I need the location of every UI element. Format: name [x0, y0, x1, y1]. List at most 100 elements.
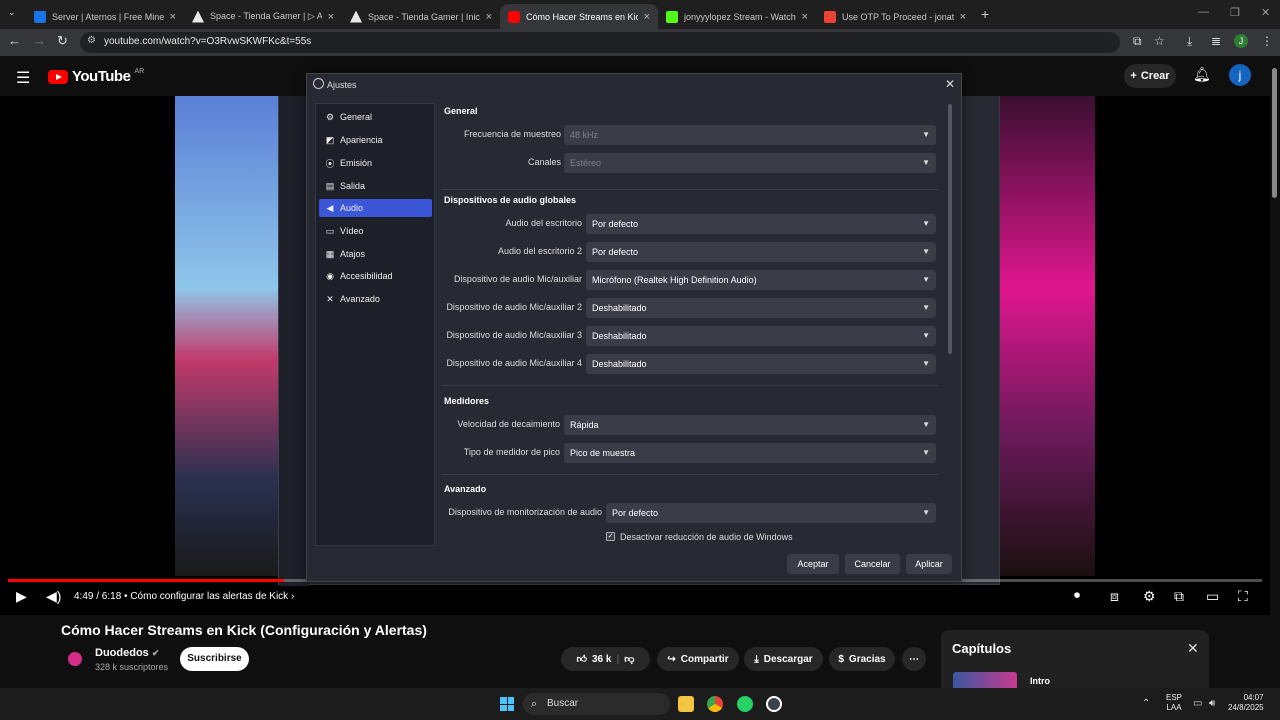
notifications-bell-icon[interactable]: 🔔︎ — [1193, 66, 1211, 83]
mic-aux-2-select[interactable]: Deshabilitado ▼ — [586, 298, 936, 318]
downloads-icon[interactable]: ⤓ — [1187, 34, 1192, 49]
more-actions-button[interactable]: ⋯ — [902, 647, 926, 671]
clock[interactable]: 04:07 24/8/2025 — [1228, 693, 1264, 713]
channels-select[interactable]: Estéreo ▼ — [564, 153, 936, 173]
volume-tray-icon[interactable]: 🔊︎ — [1209, 698, 1215, 709]
cast-icon[interactable]: ⧉ — [1133, 34, 1142, 49]
theater-mode-icon[interactable]: ▭ — [1206, 588, 1219, 605]
sidebar-item-advanced[interactable]: ✕ Avanzado — [319, 290, 432, 308]
sidebar-item-audio[interactable]: ◀ Audio — [319, 199, 432, 217]
minimize-icon[interactable]: — — [1198, 6, 1209, 18]
channel-name-row[interactable]: Duodedos ✔ — [95, 647, 159, 659]
close-tab-icon[interactable]: × — [960, 11, 966, 23]
file-explorer-icon[interactable] — [678, 696, 694, 712]
profile-avatar[interactable]: J — [1234, 34, 1248, 48]
thumbs-down-icon[interactable]: 👎︎ — [624, 653, 634, 665]
palette-icon: ◩ — [325, 134, 335, 145]
settings-scrollbar[interactable] — [947, 104, 953, 544]
chrome-icon[interactable] — [707, 696, 723, 712]
tray-chevron-up-icon[interactable]: ⌃ — [1142, 698, 1150, 709]
monitoring-device-select[interactable]: Por defecto ▼ — [606, 503, 936, 523]
forward-icon[interactable]: → — [33, 33, 46, 48]
browser-tab[interactable]: jonyyylopez Stream - Watch Li × — [658, 4, 816, 29]
close-tab-icon[interactable]: × — [486, 11, 492, 23]
sidebar-item-general[interactable]: ⚙ General — [319, 108, 432, 126]
mic-aux-select[interactable]: Micrófono (Realtek High Definition Audio… — [586, 270, 936, 290]
decay-rate-select[interactable]: Rápida ▼ — [564, 415, 936, 435]
input-language[interactable]: ESP LAA — [1166, 693, 1182, 713]
thumbs-up-icon[interactable]: 👍︎ — [577, 653, 587, 665]
sample-rate-select[interactable]: 48 kHz ▼ — [564, 125, 936, 145]
ducking-checkbox[interactable]: ✓ — [606, 532, 615, 541]
cancel-button[interactable]: Cancelar — [845, 554, 900, 574]
channel-avatar[interactable] — [68, 652, 82, 666]
taskbar-search[interactable]: ⌕ Buscar — [523, 693, 670, 715]
menu-kebab-icon[interactable]: ⋮ — [1261, 34, 1273, 48]
close-tab-icon[interactable]: × — [170, 11, 176, 23]
bookmark-star-icon[interactable]: ☆ — [1154, 34, 1165, 48]
mic-aux-3-select[interactable]: Deshabilitado ▼ — [586, 326, 936, 346]
accept-button[interactable]: Aceptar — [787, 554, 839, 574]
sidebar-item-hotkeys[interactable]: ▦ Atajos — [319, 245, 432, 263]
chapter-chevron-icon[interactable]: › — [291, 591, 294, 602]
desktop-audio-select[interactable]: Por defecto ▼ — [586, 214, 936, 234]
new-tab-icon[interactable]: + — [981, 6, 989, 22]
channel-name[interactable]: Duodedos — [95, 647, 149, 659]
download-button[interactable]: ⤓ Descargar — [744, 647, 823, 671]
tab-search-icon[interactable]: ⌄ — [8, 7, 16, 18]
site-info-icon[interactable]: ⚙ — [87, 35, 96, 46]
whatsapp-icon[interactable] — [737, 696, 753, 712]
browser-tab-active[interactable]: Cómo Hacer Streams en Kick (C × — [500, 4, 658, 29]
close-tab-icon[interactable]: × — [328, 11, 334, 23]
desktop-audio-2-select[interactable]: Por defecto ▼ — [586, 242, 936, 262]
youtube-logo[interactable]: YouTube AR — [48, 68, 144, 85]
settings-gear-icon[interactable]: ⚙ — [1143, 588, 1156, 605]
miniplayer-icon[interactable]: ⧉ — [1174, 588, 1184, 605]
subscribe-button[interactable]: Suscribirse — [180, 647, 249, 671]
sidebar-item-accessibility[interactable]: ◉ Accesibilidad — [319, 267, 432, 285]
apply-button[interactable]: Aplicar — [906, 554, 952, 574]
reading-list-icon[interactable]: ≣ — [1211, 34, 1221, 48]
share-button[interactable]: ↪ Compartir — [657, 647, 739, 671]
autoplay-toggle-icon[interactable]: ⏺ — [1074, 588, 1080, 603]
hamburger-menu-icon[interactable]: ☰ — [16, 68, 30, 88]
volume-icon[interactable]: ◀) — [46, 588, 61, 605]
ducking-label[interactable]: Desactivar reducción de audio de Windows — [620, 532, 793, 542]
network-icon[interactable]: ▭ — [1193, 698, 1202, 709]
address-bar[interactable]: ⚙ youtube.com/watch?v=O3RvwSKWFKc&t=55s — [80, 32, 1120, 53]
user-avatar[interactable]: j — [1229, 64, 1251, 86]
close-window-icon[interactable]: ✕ — [1261, 6, 1270, 19]
page-scrollbar-thumb[interactable] — [1272, 68, 1277, 198]
create-button[interactable]: + Crear — [1124, 64, 1176, 88]
browser-tab[interactable]: Space - Tienda Gamer | Inicio × — [342, 4, 500, 29]
chapter-item-title[interactable]: Intro — [1030, 676, 1050, 686]
play-icon[interactable]: ▶ — [16, 588, 27, 605]
chapter-title[interactable]: Cómo configurar las alertas de Kick — [130, 591, 288, 602]
sidebar-item-video[interactable]: ▭ Vídeo — [319, 222, 432, 240]
sidebar-item-stream[interactable]: ⦿ Emisión — [319, 154, 432, 172]
subtitles-icon[interactable]: ⧈ — [1110, 588, 1119, 605]
peak-meter-select[interactable]: Pico de muestra ▼ — [564, 443, 936, 463]
browser-tab[interactable]: Server | Aternos | Free Minecraft × — [26, 4, 184, 29]
browser-tab[interactable]: Space - Tienda Gamer | ▷ Aquí × — [184, 4, 342, 29]
scrollbar-thumb[interactable] — [948, 104, 952, 354]
maximize-icon[interactable]: ❐ — [1230, 6, 1240, 19]
sidebar-item-output[interactable]: ▤ Salida — [319, 177, 432, 195]
mic-aux-4-select[interactable]: Deshabilitado ▼ — [586, 354, 936, 374]
obs-studio-icon[interactable] — [766, 696, 782, 712]
close-tab-icon[interactable]: × — [644, 11, 650, 23]
browser-tab[interactable]: Use OTP To Proceed - jonathan × — [816, 4, 974, 29]
close-tab-icon[interactable]: × — [802, 11, 808, 23]
close-dialog-icon[interactable]: ✕ — [945, 77, 955, 91]
page-scrollbar[interactable] — [1270, 56, 1280, 688]
url-text[interactable]: youtube.com/watch?v=O3RvwSKWFKc&t=55s — [104, 36, 311, 47]
reload-icon[interactable]: ↻ — [57, 33, 68, 49]
close-chapters-icon[interactable]: ✕ — [1187, 640, 1199, 657]
thanks-button[interactable]: $ Gracias — [829, 647, 895, 671]
back-icon[interactable]: ← — [8, 33, 21, 48]
windows-start-icon[interactable] — [500, 697, 514, 711]
video-frame-left — [175, 96, 285, 576]
like-count[interactable]: 36 k — [592, 654, 611, 665]
fullscreen-icon[interactable]: ⛶ — [1238, 588, 1248, 605]
sidebar-item-appearance[interactable]: ◩ Apariencia — [319, 131, 432, 149]
